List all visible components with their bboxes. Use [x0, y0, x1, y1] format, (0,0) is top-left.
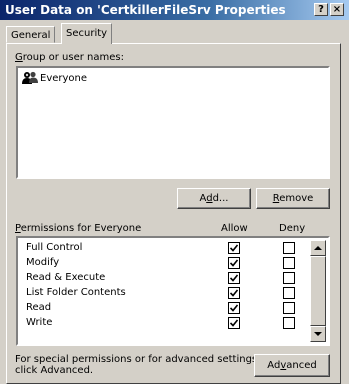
permission-row: List Folder Contents — [18, 286, 328, 301]
deny-checkbox[interactable] — [283, 317, 295, 329]
allow-checkbox[interactable] — [228, 272, 240, 284]
allow-checkbox[interactable] — [228, 317, 240, 329]
scroll-down-button[interactable] — [310, 326, 326, 342]
permissions-list[interactable]: Full Control Modify Read & Execute List Fol… — [16, 236, 330, 346]
permission-row: Write — [18, 316, 328, 331]
tab-security[interactable]: Security — [61, 23, 113, 44]
permissions-scrollbar[interactable] — [310, 240, 326, 342]
permission-row: Read & Execute — [18, 271, 328, 286]
permission-row: Full Control — [18, 241, 328, 256]
deny-checkbox[interactable] — [283, 287, 295, 299]
scroll-up-button[interactable] — [310, 240, 326, 256]
permissions-label-text: ermissions for Everyone — [20, 223, 142, 234]
arrow-up-icon — [314, 246, 322, 250]
deny-header: Deny — [279, 223, 306, 234]
close-icon: × — [332, 4, 342, 15]
arrow-down-icon — [314, 332, 322, 336]
allow-checkbox[interactable] — [228, 257, 240, 269]
deny-checkbox[interactable] — [283, 242, 295, 254]
users-group-icon — [22, 71, 38, 84]
add-button[interactable]: Add... — [177, 188, 251, 209]
allow-checkbox[interactable] — [228, 242, 240, 254]
list-item-everyone[interactable]: Everyone — [22, 71, 87, 85]
group-names-label-accel: G — [15, 52, 23, 63]
help-icon: ? — [318, 4, 324, 15]
advanced-button[interactable]: Advanced — [254, 354, 330, 377]
permissions-label: Permissions for Everyone — [15, 223, 141, 234]
add-label-b: d... — [212, 193, 229, 204]
advanced-label-a: Ad — [267, 360, 281, 371]
permission-name: Full Control — [26, 242, 83, 253]
advanced-label-b: anced — [286, 360, 317, 371]
tab-general-label: General — [11, 30, 51, 41]
title-bar[interactable]: User Data on 'CertkillerFileSrv Properti… — [0, 0, 349, 20]
tab-security-label: Security — [66, 28, 108, 39]
permission-row: Read — [18, 301, 328, 316]
group-names-label-text: roup or user names: — [22, 52, 124, 63]
security-panel: Group or user names: Everyone Add... Rem… — [6, 43, 341, 384]
deny-checkbox[interactable] — [283, 272, 295, 284]
window-title: User Data on 'CertkillerFileSrv Properti… — [5, 3, 286, 17]
remove-label-text: emove — [279, 193, 314, 204]
permission-name: Modify — [26, 257, 60, 268]
tab-general[interactable]: General — [6, 26, 56, 43]
advanced-hint-line1: For special permissions or for advanced … — [15, 354, 261, 365]
allow-checkbox[interactable] — [228, 302, 240, 314]
group-names-label: Group or user names: — [15, 52, 124, 63]
group-user-list[interactable]: Everyone — [16, 66, 330, 179]
permission-name: Write — [26, 317, 53, 328]
deny-checkbox[interactable] — [283, 257, 295, 269]
advanced-hint: For special permissions or for advanced … — [15, 354, 260, 376]
advanced-hint-line2: click Advanced. — [15, 365, 94, 376]
allow-header: Allow — [221, 223, 248, 234]
permission-name: Read & Execute — [26, 272, 106, 283]
scroll-thumb[interactable] — [310, 256, 326, 326]
help-button[interactable]: ? — [314, 3, 328, 16]
permission-row: Modify — [18, 256, 328, 271]
user-name: Everyone — [40, 72, 88, 84]
deny-checkbox[interactable] — [283, 302, 295, 314]
allow-checkbox[interactable] — [228, 287, 240, 299]
remove-button[interactable]: Remove — [256, 188, 330, 209]
permission-name: Read — [26, 302, 52, 313]
close-button[interactable]: × — [330, 3, 344, 16]
permission-name: List Folder Contents — [26, 287, 126, 298]
